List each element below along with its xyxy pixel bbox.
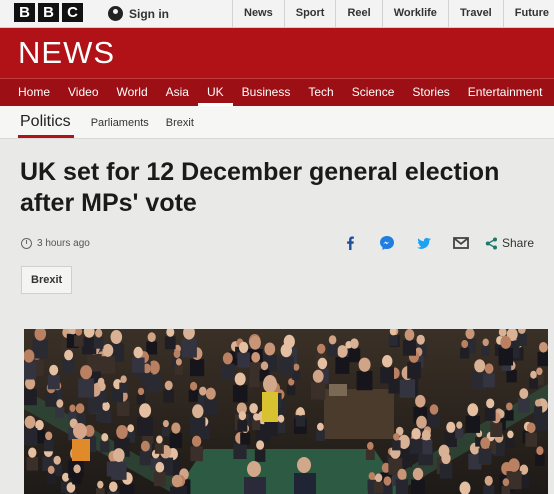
nav-item-video[interactable]: Video [59,79,107,106]
page: B B C Sign in News Sport Reel Worklife T… [0,0,554,494]
top-link-sport[interactable]: Sport [283,0,336,27]
topic-tag[interactable]: Brexit [21,266,73,294]
article-headline: UK set for 12 December general election … [20,158,500,217]
nav-item-uk[interactable]: UK [197,79,233,106]
top-link-news[interactable]: News [232,0,284,27]
logo-letter: B [14,3,35,22]
article-meta: 3 hours ago [21,238,90,249]
section-nav: Politics Parliaments Brexit [0,106,554,139]
facebook-icon[interactable] [340,233,360,253]
logo-letter: B [38,3,59,22]
top-link-reel[interactable]: Reel [335,0,381,27]
subnav-link-brexit[interactable]: Brexit [166,117,194,138]
share-icon [485,237,497,249]
commons-chamber-image [24,329,548,494]
twitter-icon[interactable] [414,233,434,253]
nav-item-tech[interactable]: Tech [299,79,342,106]
nav-item-business[interactable]: Business [233,79,300,106]
share-button[interactable]: Share [485,236,534,250]
subnav-link-parliaments[interactable]: Parliaments [91,117,149,138]
email-icon[interactable] [451,233,471,253]
nav-item-home[interactable]: Home [0,79,59,106]
nav-item-stories[interactable]: Stories [403,79,458,106]
logo-letter: C [62,3,83,22]
nav-item-science[interactable]: Science [343,79,404,106]
messenger-icon[interactable] [377,233,397,253]
top-links: News Sport Reel Worklife Travel Future [232,0,554,27]
user-icon [108,6,123,21]
timestamp: 3 hours ago [37,238,90,249]
share-label: Share [502,236,535,250]
news-banner: NEWS [0,28,554,78]
clock-icon [21,238,32,249]
news-wordmark[interactable]: NEWS [18,35,115,71]
top-link-travel[interactable]: Travel [447,0,503,27]
top-link-worklife[interactable]: Worklife [381,0,448,27]
share-bar: Share [340,233,534,253]
top-link-future[interactable]: Future [502,0,554,27]
bbc-logo[interactable]: B B C [14,3,83,22]
section-title[interactable]: Politics [18,113,74,138]
nav-item-asia[interactable]: Asia [157,79,198,106]
main-nav: Home Video World Asia UK Business Tech S… [0,78,554,106]
top-bar: B B C Sign in News Sport Reel Worklife T… [0,0,554,28]
nav-item-entertainment[interactable]: Entertainment [459,79,552,106]
nav-item-world[interactable]: World [108,79,157,106]
sign-in-button[interactable]: Sign in [108,3,169,24]
article-photo [24,329,548,494]
sign-in-label: Sign in [129,6,169,21]
